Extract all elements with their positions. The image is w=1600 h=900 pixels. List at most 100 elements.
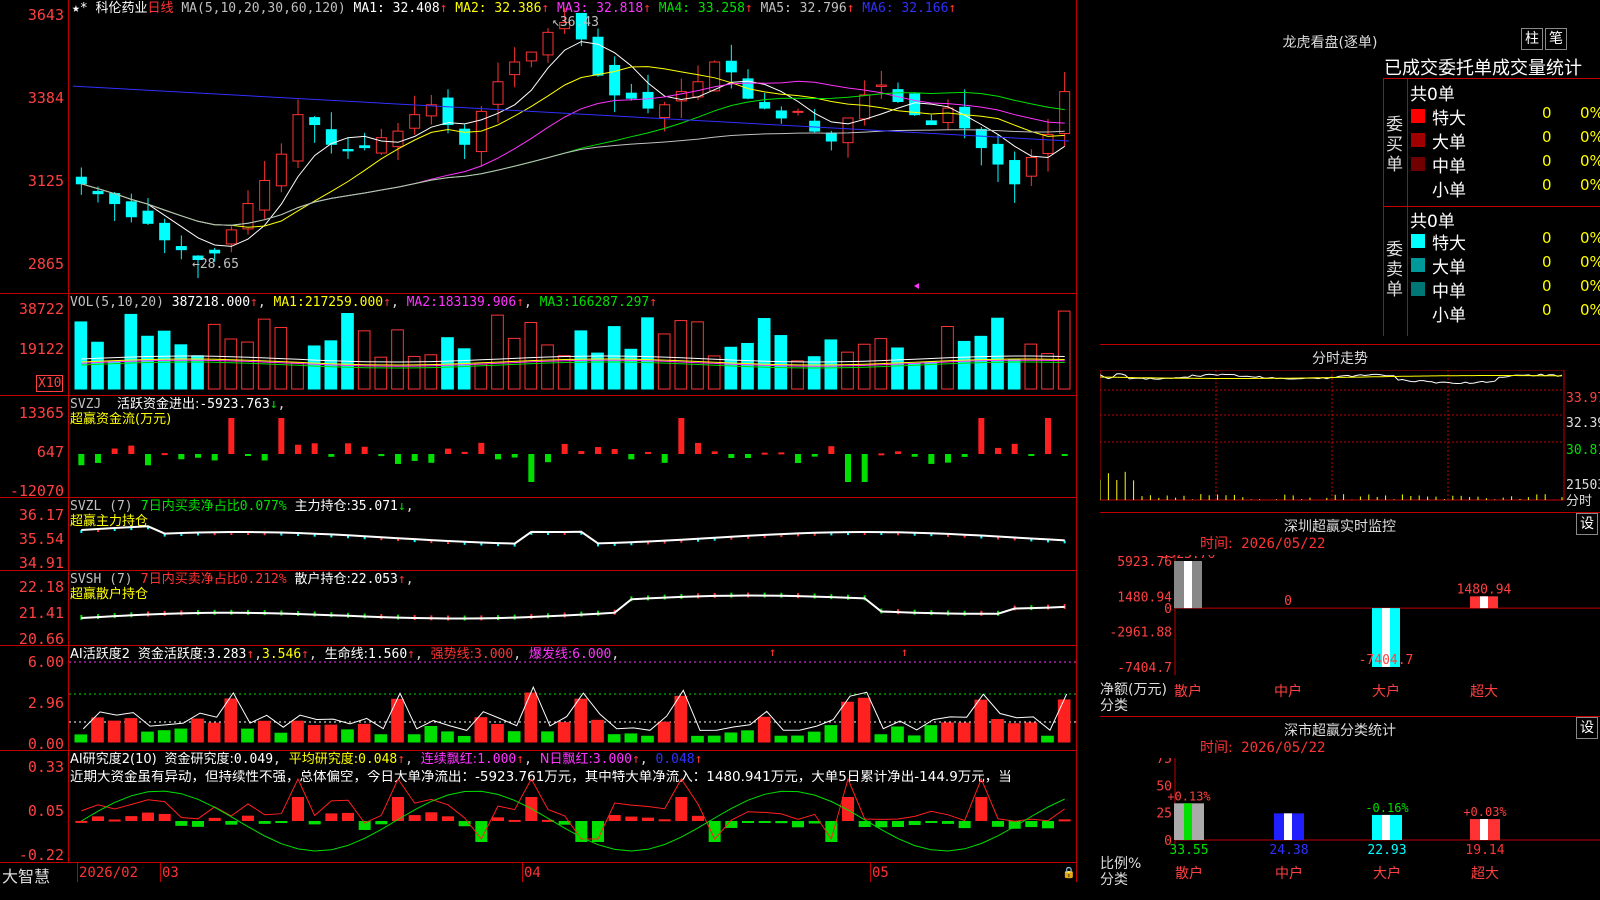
candle-body (409, 114, 421, 129)
fund-flow-bar (411, 454, 418, 461)
volume-bar (457, 348, 471, 390)
candle-body (809, 120, 821, 132)
order-pct: 0% (1580, 104, 1600, 122)
order-type-label: 大单 (1432, 258, 1466, 278)
activity-bar (91, 717, 104, 743)
classify-bar-value: 19.14 (1465, 843, 1504, 858)
monitor-title: 深圳超赢实时监控 (1284, 519, 1396, 535)
legend-swatch (1411, 282, 1425, 296)
volume-bar (224, 338, 238, 390)
research-bar (75, 820, 88, 823)
activity-bar (691, 735, 704, 743)
volume-bar (957, 340, 971, 390)
monitor-axis-title: 净额(万元) (1100, 682, 1167, 698)
monitor-axis-tick: -2961.88 (1109, 626, 1172, 641)
fund-flow-bar (328, 454, 335, 457)
classify-time: 时间: 2026/05/22 (1200, 740, 1326, 756)
activity-bar (307, 724, 321, 743)
ai-research-chart[interactable] (69, 751, 1076, 862)
intraday-chart[interactable] (1100, 370, 1565, 510)
dragon-header: 已成交委托单成交量统计 (1384, 58, 1582, 79)
activity-bar (924, 725, 938, 743)
candle-body (275, 153, 287, 187)
legend-swatch (1411, 258, 1425, 272)
ai-activity-axis-tick: 6.00 (27, 653, 64, 671)
research-bar (875, 821, 888, 828)
candle-body (359, 145, 371, 149)
fund-flow-bar (211, 454, 218, 461)
research-bar (492, 817, 504, 821)
ai-activity-chart[interactable]: ↑ ↑ (69, 646, 1076, 750)
monitor-category-label: 大户 (1372, 683, 1400, 700)
panel-divider (0, 862, 1077, 863)
order-pct: 0% (1580, 152, 1600, 170)
volume-chart[interactable] (69, 294, 1076, 395)
activity-bar (207, 722, 221, 743)
research-bar (208, 817, 221, 821)
research-bar (608, 814, 621, 821)
activity-bar (141, 731, 154, 743)
research-bar (842, 797, 854, 821)
candle-body (792, 110, 804, 113)
ma-line (81, 41, 1065, 247)
volume-bar (674, 320, 688, 390)
main-holding-line (81, 525, 1065, 545)
activity-bar (1024, 722, 1038, 743)
order-pct: 0% (1580, 128, 1600, 146)
activity-bar (741, 730, 754, 743)
fund-flow-bar (445, 448, 451, 454)
legend-swatch (1411, 306, 1425, 320)
research-bar (758, 821, 771, 823)
svzl-chart[interactable] (69, 498, 1076, 570)
tab-tick[interactable]: 笔 (1545, 28, 1567, 50)
lock-icon[interactable]: 🔒 (1062, 866, 1076, 879)
candlestick-chart[interactable] (69, 0, 1076, 292)
classify-settings-button[interactable]: 设 (1576, 717, 1598, 739)
timeline-tick (870, 863, 871, 882)
order-type-label: 中单 (1432, 282, 1466, 302)
activity-bar (324, 724, 338, 743)
volume-bar (607, 326, 621, 390)
ai-activity-axis-tick: 2.96 (27, 694, 64, 712)
svzj-chart[interactable] (69, 396, 1076, 497)
activity-bar (174, 728, 188, 743)
volume-bar (174, 344, 188, 390)
arrow-up-icon: ↑ (769, 646, 776, 659)
fund-flow-bar (761, 452, 768, 455)
monitor-chart[interactable]: 5923.761480.940-2961.88-7404.75923.76散户0… (1100, 555, 1600, 715)
timeline-label: 04 (524, 865, 541, 881)
candle-body (925, 120, 937, 126)
candle-body (609, 64, 621, 96)
retail-holding-line (81, 594, 1065, 620)
timeline-tick (522, 863, 523, 882)
candle-body (159, 222, 171, 241)
order-type-label: 中单 (1432, 157, 1466, 177)
candle-body (625, 92, 637, 99)
intraday-price: 33.97 (1566, 391, 1600, 406)
research-bar (375, 821, 388, 825)
fund-flow-bar (1028, 454, 1035, 456)
fund-flow-bar (561, 443, 568, 454)
arrow-up-icon: ↑ (901, 646, 908, 659)
order-count: 0 (1542, 301, 1552, 319)
tab-bar-chart[interactable]: 柱 (1521, 28, 1543, 50)
svsh-axis-tick: 21.41 (18, 604, 64, 622)
fund-flow-bar (878, 453, 885, 456)
activity-bar (607, 734, 621, 743)
volume-bar (407, 355, 421, 390)
candle-body (759, 102, 771, 109)
candle-body (542, 31, 554, 56)
volume-bar (124, 313, 138, 390)
fund-flow-bar (661, 454, 668, 463)
fund-flow-bar (628, 454, 635, 460)
classify-chart[interactable]: 7550250+0.13%33.55散户24.38中户-0.16%22.93大户… (1100, 758, 1600, 900)
volume-bar (291, 362, 304, 390)
candle-body (75, 176, 87, 185)
ai-research-axis-tick: 0.05 (27, 802, 64, 820)
research-bar (975, 797, 988, 821)
monitor-settings-button[interactable]: 设 (1576, 513, 1598, 535)
fund-flow-bar (511, 454, 518, 458)
fund-flow-bar (228, 418, 235, 454)
svsh-chart[interactable] (69, 571, 1076, 645)
activity-bar (374, 734, 388, 743)
